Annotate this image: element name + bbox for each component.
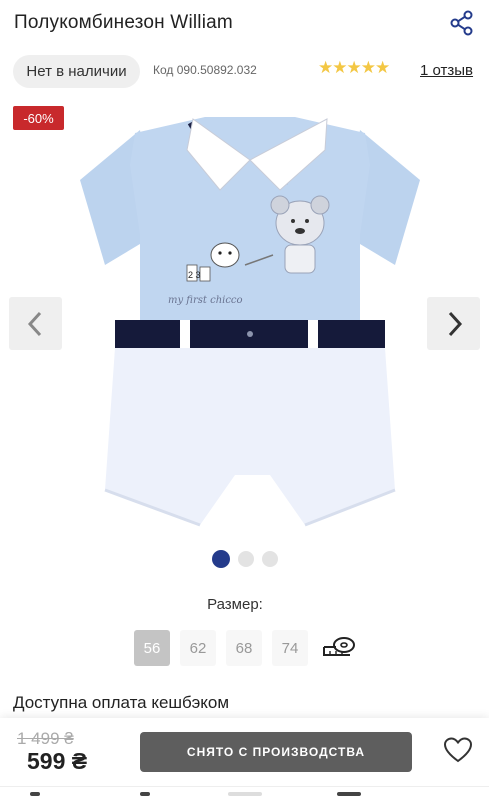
current-price: 599 ₴ <box>27 748 88 774</box>
size-selector: 56 62 68 74 <box>134 630 308 666</box>
product-title: Полукомбинезон William <box>14 12 233 33</box>
product-sku: Код 090.50892.032 <box>153 63 257 77</box>
size-option-56[interactable]: 56 <box>134 630 170 666</box>
size-option-62[interactable]: 62 <box>180 630 216 666</box>
availability-text: Нет в наличии <box>26 63 127 80</box>
reviews-link[interactable]: 1 отзыв <box>420 62 473 79</box>
next-image-button[interactable] <box>427 297 480 350</box>
discount-text: -60% <box>23 110 54 126</box>
print-text: my first chicco <box>168 295 243 306</box>
size-option-68[interactable]: 68 <box>226 630 262 666</box>
bottom-navigation <box>0 786 489 800</box>
gallery-dot-1[interactable] <box>212 550 230 568</box>
gallery-pagination <box>212 550 278 568</box>
measuring-tape-icon[interactable] <box>322 635 356 661</box>
gallery-dot-2[interactable] <box>238 551 254 567</box>
size-option-74[interactable]: 74 <box>272 630 308 666</box>
share-icon[interactable] <box>449 10 475 36</box>
chevron-left-icon <box>27 311 41 336</box>
discount-badge: -60% <box>13 106 64 130</box>
nav-item-1[interactable] <box>30 792 40 796</box>
nav-item-2[interactable] <box>140 792 150 796</box>
old-price: 1 499 ₴ <box>17 729 74 748</box>
discontinued-button[interactable]: СНЯТО С ПРОИЗВОДСТВА <box>140 732 412 772</box>
prev-image-button[interactable] <box>9 297 62 350</box>
availability-badge: Нет в наличии <box>13 55 140 88</box>
size-label: Размер: <box>207 596 263 613</box>
gallery-dot-3[interactable] <box>262 551 278 567</box>
nav-item-3[interactable] <box>228 792 262 796</box>
nav-item-4[interactable] <box>337 792 361 796</box>
heart-icon[interactable] <box>443 736 473 764</box>
discontinued-button-label: СНЯТО С ПРОИЗВОДСТВА <box>186 745 366 759</box>
cashback-note: Доступна оплата кешбэком <box>13 693 230 712</box>
chevron-right-icon <box>448 311 462 336</box>
rating-stars: ★★★★★ <box>318 58 390 77</box>
product-image[interactable]: 2 3 my first chicco <box>75 105 425 535</box>
print-numbers: 2 3 <box>188 270 201 280</box>
